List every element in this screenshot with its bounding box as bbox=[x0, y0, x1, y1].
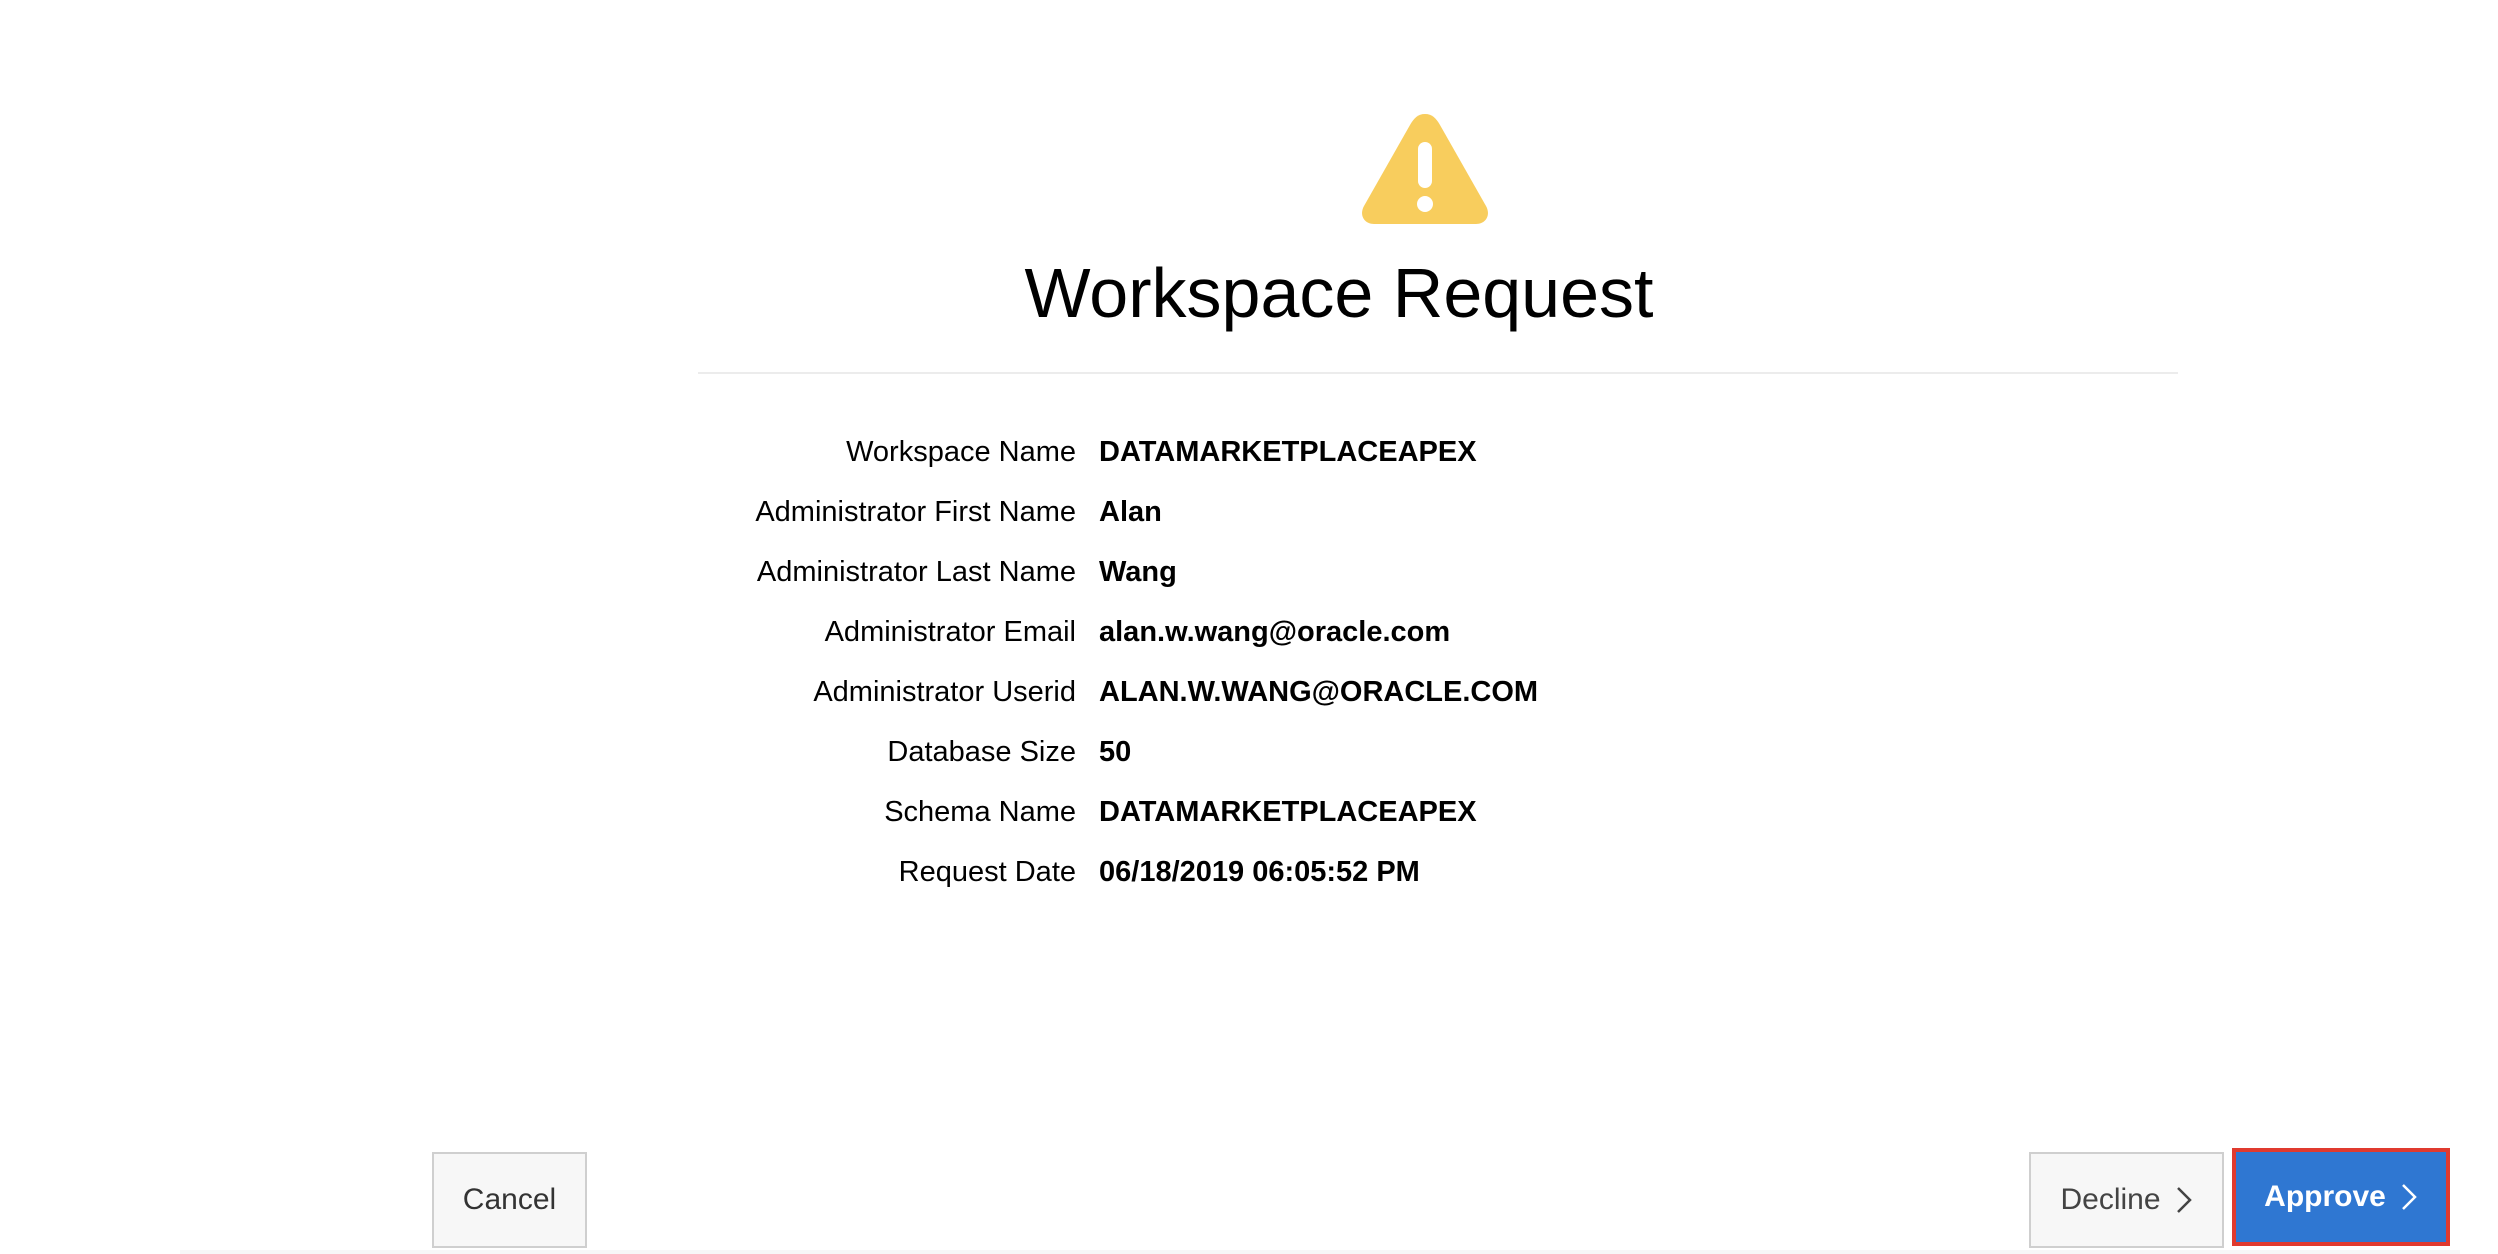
detail-row-admin-last-name: Administrator Last Name Wang bbox=[0, 542, 2498, 602]
footer-shadow bbox=[180, 1250, 2460, 1254]
detail-value: 06/18/2019 06:05:52 PM bbox=[1099, 856, 1420, 888]
chevron-right-icon bbox=[2401, 1184, 2417, 1210]
detail-label: Administrator Userid bbox=[813, 676, 1076, 708]
decline-button[interactable]: Decline bbox=[2029, 1152, 2224, 1248]
detail-label: Request Date bbox=[898, 856, 1076, 888]
detail-row-schema-name: Schema Name DATAMARKETPLACEAPEX bbox=[0, 782, 2498, 842]
detail-row-admin-first-name: Administrator First Name Alan bbox=[0, 482, 2498, 542]
detail-label: Database Size bbox=[887, 736, 1076, 768]
detail-value: 50 bbox=[1099, 736, 1132, 768]
page-title: Workspace Request bbox=[1024, 254, 1654, 332]
detail-value: DATAMARKETPLACEAPEX bbox=[1099, 436, 1477, 468]
warning-icon bbox=[1362, 114, 1488, 224]
detail-row-admin-email: Administrator Email alan.w.wang@oracle.c… bbox=[0, 602, 2498, 662]
detail-row-database-size: Database Size 50 bbox=[0, 722, 2498, 782]
detail-label: Workspace Name bbox=[846, 436, 1076, 468]
cancel-button-label: Cancel bbox=[462, 1183, 557, 1216]
detail-label: Administrator First Name bbox=[755, 496, 1076, 528]
detail-label: Administrator Email bbox=[824, 616, 1076, 648]
decline-button-label: Decline bbox=[2060, 1183, 2161, 1216]
detail-label: Administrator Last Name bbox=[756, 556, 1076, 588]
approve-button-label: Approve bbox=[2264, 1180, 2386, 1213]
detail-value: alan.w.wang@oracle.com bbox=[1099, 616, 1451, 648]
workspace-request-page: Workspace Request Workspace Name DATAMAR… bbox=[0, 0, 2498, 1254]
detail-row-request-date: Request Date 06/18/2019 06:05:52 PM bbox=[0, 842, 2498, 902]
detail-row-admin-userid: Administrator Userid ALAN.W.WANG@ORACLE.… bbox=[0, 662, 2498, 722]
detail-value: ALAN.W.WANG@ORACLE.COM bbox=[1099, 676, 1539, 708]
approve-button[interactable]: Approve bbox=[2232, 1148, 2450, 1246]
detail-value: Wang bbox=[1099, 556, 1177, 588]
detail-value: DATAMARKETPLACEAPEX bbox=[1099, 796, 1477, 828]
detail-row-workspace-name: Workspace Name DATAMARKETPLACEAPEX bbox=[0, 422, 2498, 482]
detail-label: Schema Name bbox=[884, 796, 1076, 828]
cancel-button[interactable]: Cancel bbox=[432, 1152, 587, 1248]
detail-value: Alan bbox=[1099, 496, 1162, 528]
chevron-right-icon bbox=[2176, 1187, 2192, 1213]
divider bbox=[698, 372, 2178, 374]
